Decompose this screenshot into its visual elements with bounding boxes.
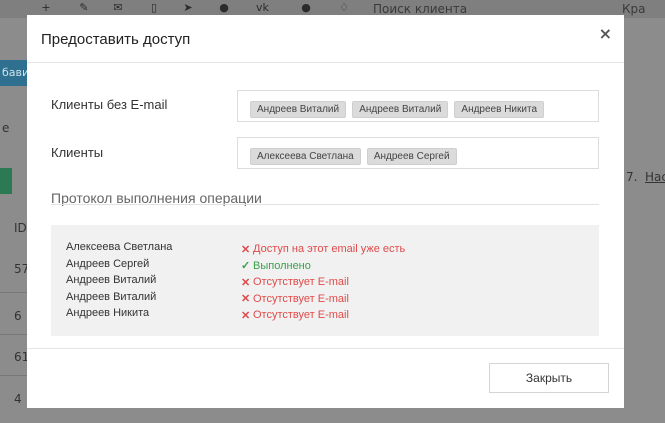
clients-label: Клиенты (51, 145, 104, 160)
background-divider (0, 334, 28, 335)
background-text: е (2, 121, 10, 135)
client-tag[interactable]: Алексеева Светлана (250, 148, 361, 165)
background-link: Нас (645, 170, 665, 184)
background-id-header: ID (14, 221, 27, 235)
phone-icon: ▯ (150, 1, 158, 14)
log-status-text: Отсутствует E-mail (253, 309, 349, 322)
background-text: 7. (626, 170, 638, 184)
mail-icon: ✉ (113, 1, 123, 14)
modal-header: Предоставить доступ × (27, 15, 624, 63)
log-row: Андреев Виталий ✕ Отсутствует E-mail (66, 274, 599, 291)
log-status-text: Отсутствует E-mail (253, 292, 349, 305)
close-icon[interactable]: × (599, 24, 612, 43)
background-divider (0, 292, 28, 293)
client-search-input: Поиск клиента (373, 2, 468, 16)
close-button[interactable]: Закрыть (489, 363, 609, 393)
log-client-name: Андреев Виталий (66, 274, 157, 286)
log-client-name: Андреев Виталий (66, 290, 157, 303)
log-row: Андреев Никита ✕ Отсутствует E-mail (66, 307, 599, 324)
cross-icon: ✕ (241, 309, 251, 322)
circle-icon: ● (301, 1, 311, 14)
client-tag[interactable]: Андреев Сергей (366, 148, 457, 165)
grant-access-modal: Предоставить доступ × Клиенты без E-mail… (27, 15, 624, 408)
log-client-name: Андреев Сергей (66, 257, 150, 270)
log-status-text: Доступ на этот email уже есть (253, 243, 406, 256)
log-client-name: Алексеева Светлана (66, 241, 173, 253)
log-status: ✕ Доступ на этот email уже есть (241, 241, 405, 258)
operation-log: Алексеева Светлана ✕ Доступ на этот emai… (51, 225, 599, 336)
modal-title: Предоставить доступ (41, 31, 191, 48)
cross-icon: ✕ (241, 276, 251, 289)
log-status: ✕ Отсутствует E-mail (241, 291, 349, 308)
log-status-text: Отсутствует E-mail (253, 276, 349, 289)
clients-without-email-field[interactable]: Андреев Виталий Андреев Виталий Андреев … (237, 90, 599, 122)
background-green-button (0, 168, 12, 194)
footer-divider (27, 348, 624, 349)
log-row: Андреев Сергей ✓ Выполнено (66, 258, 599, 275)
add-icon: + (41, 1, 51, 14)
clients-field[interactable]: Алексеева Светлана Андреев Сергей (237, 137, 599, 169)
background-row-num: 6 (14, 309, 22, 323)
background-row-num: 4 (14, 392, 22, 406)
section-divider (51, 204, 599, 205)
log-row: Андреев Виталий ✕ Отсутствует E-mail (66, 291, 599, 308)
location-icon: ● (219, 1, 229, 14)
client-tag[interactable]: Андреев Виталий (352, 101, 449, 118)
check-icon: ✓ (241, 260, 251, 273)
log-status-text: Выполнено (253, 259, 311, 272)
telegram-icon: ➤ (183, 1, 193, 14)
cross-icon: ✕ (241, 293, 251, 306)
cross-icon: ✕ (241, 243, 251, 256)
background-add-button: бави (0, 60, 28, 86)
wrench-icon: ✎ (79, 1, 89, 14)
log-status: ✕ Отсутствует E-mail (241, 274, 349, 291)
log-row: Алексеева Светлана ✕ Доступ на этот emai… (66, 241, 599, 258)
background-divider (0, 375, 28, 376)
bell-icon: ♢ (339, 1, 349, 14)
client-tag[interactable]: Андреев Никита (454, 101, 545, 118)
clients-without-email-label: Клиенты без E-mail (51, 97, 168, 112)
log-status: ✓ Выполнено (241, 258, 311, 275)
vk-icon: vk (256, 1, 269, 14)
log-client-name: Андреев Никита (66, 307, 150, 319)
log-status: ✕ Отсутствует E-mail (241, 307, 349, 324)
client-tag[interactable]: Андреев Виталий (250, 101, 347, 118)
settings-text: Кра (622, 2, 646, 16)
